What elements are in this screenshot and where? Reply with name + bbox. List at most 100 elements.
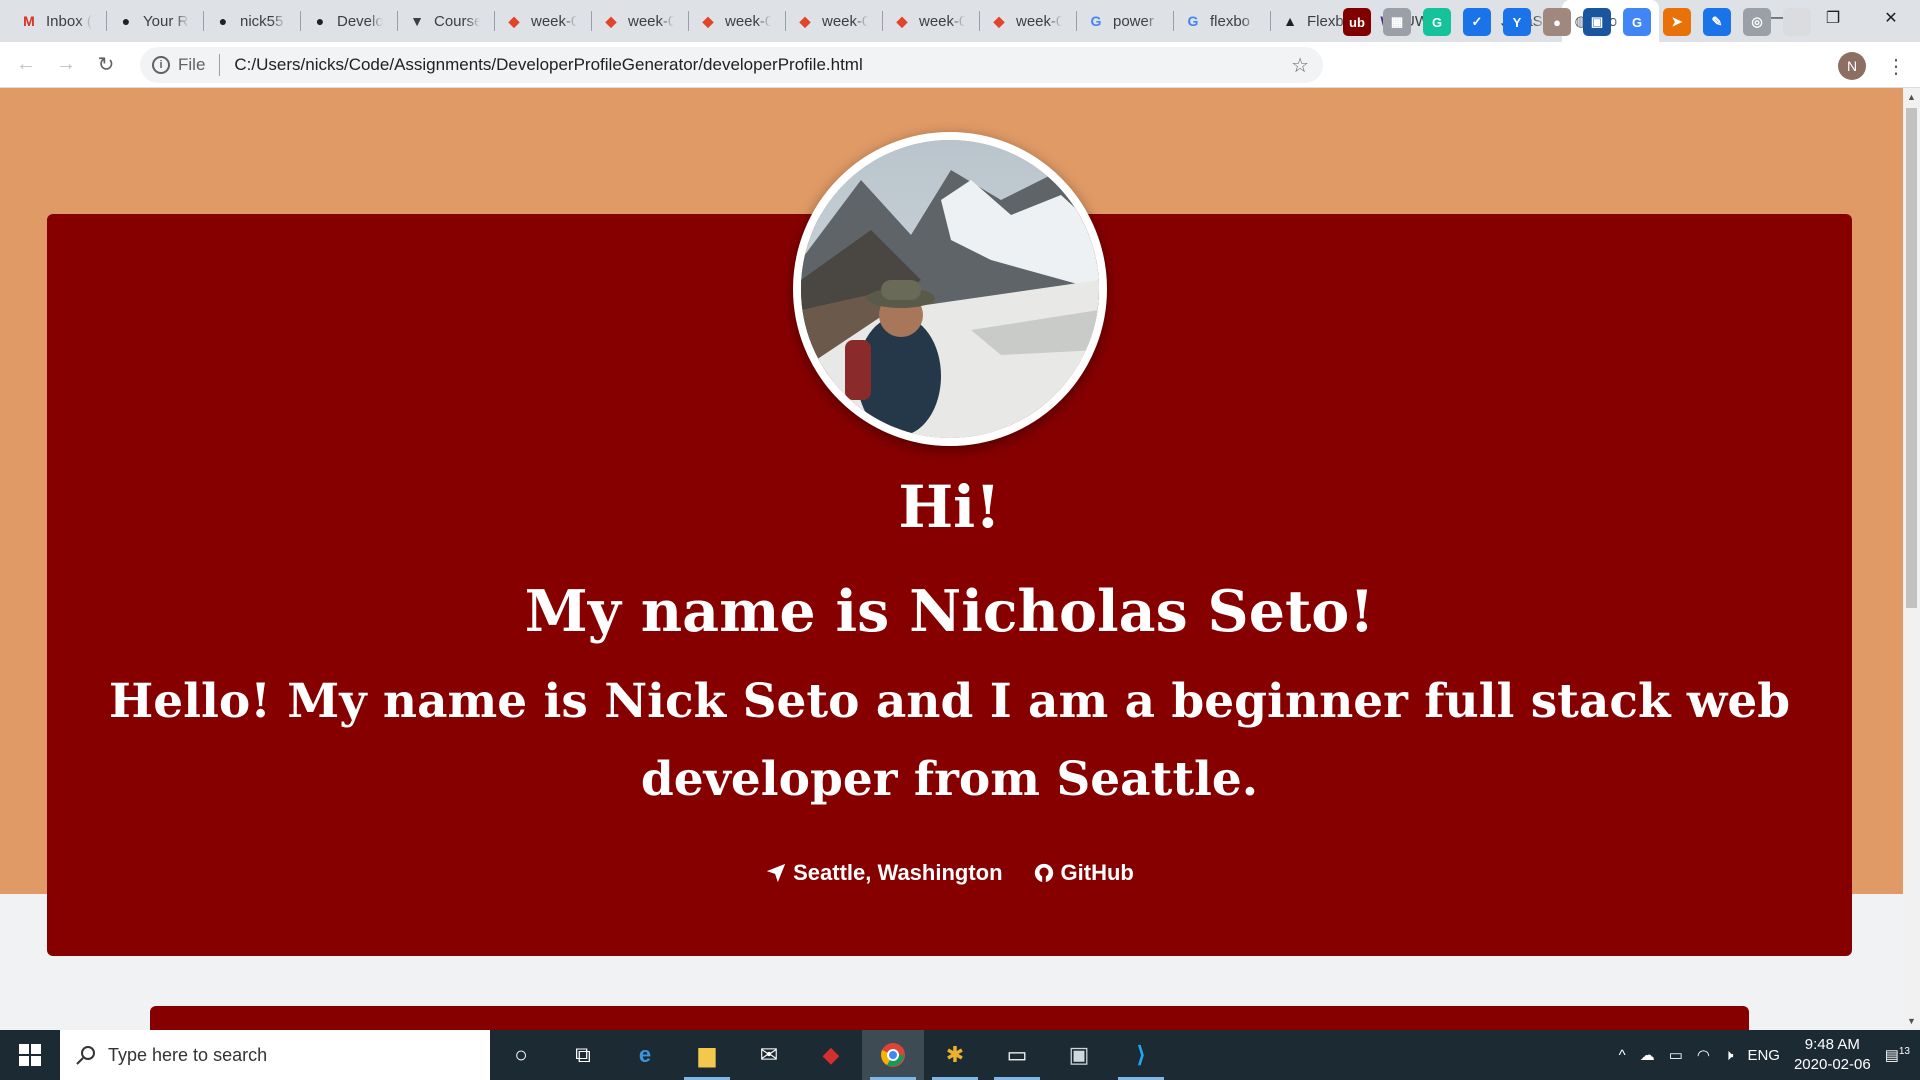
secondary-card — [150, 1006, 1749, 1030]
gitlab-icon: ◆ — [799, 12, 811, 29]
circle-icon[interactable]: ● — [1543, 8, 1571, 36]
wifi-icon[interactable]: ◠ — [1697, 1046, 1710, 1064]
search-icon — [76, 1046, 95, 1065]
onedrive-icon[interactable]: ☁ — [1640, 1046, 1655, 1064]
checkbox-icon[interactable]: ✓ — [1463, 8, 1491, 36]
share-icon[interactable]: ➤ — [1663, 8, 1691, 36]
ublock-icon[interactable]: ub — [1343, 8, 1371, 36]
gmail-icon: M — [23, 13, 35, 29]
bird-icon: ▲ — [1283, 13, 1297, 29]
browser-tab[interactable]: ● Develo — [301, 0, 398, 42]
extension-grid-icon[interactable]: ▦ — [1383, 8, 1411, 36]
browser-tab[interactable]: Gflexbo — [1174, 0, 1271, 42]
profile-photo — [793, 132, 1107, 446]
eyedropper-icon[interactable]: ✎ — [1703, 8, 1731, 36]
forward-button[interactable]: → — [46, 45, 86, 85]
browser-tab[interactable]: ◆ week-0 — [689, 0, 786, 42]
photos-icon[interactable]: ▣ — [1048, 1030, 1110, 1080]
github-icon — [1034, 863, 1053, 883]
github-icon: ● — [315, 13, 325, 29]
reload-button[interactable]: ↻ — [86, 45, 126, 85]
chrome-icon[interactable] — [862, 1030, 924, 1080]
ring-icon[interactable]: ◎ — [1743, 8, 1771, 36]
task-view-icon[interactable]: ⧉ — [552, 1030, 614, 1080]
maximize-button[interactable]: ❐ — [1804, 0, 1862, 36]
github-link[interactable]: GitHub — [1033, 860, 1134, 886]
mail-icon[interactable]: ✉ — [738, 1030, 800, 1080]
scroll-thumb[interactable] — [1906, 108, 1917, 608]
tab-title: week-0 — [1016, 12, 1062, 30]
github-icon: ● — [218, 13, 228, 29]
browser-tab[interactable]: Gpower — [1077, 0, 1174, 42]
close-window-button[interactable]: ✕ — [1862, 0, 1920, 36]
tab-title: Course — [434, 12, 480, 30]
browser-tab[interactable]: M Inbox ( — [10, 0, 107, 42]
browser-tab[interactable]: ◆ week-0 — [592, 0, 689, 42]
gitlab-icon: ◆ — [508, 12, 520, 29]
cortana-icon[interactable]: ○ — [490, 1030, 552, 1080]
forward-arrow-icon: → — [56, 53, 76, 75]
back-arrow-icon: ← — [16, 53, 36, 75]
location-link[interactable]: Seattle, Washington — [765, 860, 1003, 886]
scroll-up-icon[interactable]: ▲ — [1907, 92, 1916, 102]
tab-title: week-0 — [822, 12, 868, 30]
tab-title: Develo — [337, 12, 383, 30]
address-bar[interactable]: i File C:/Users/nicks/Code/Assignments/D… — [140, 47, 1323, 83]
address-url[interactable]: C:/Users/nicks/Code/Assignments/Develope… — [234, 55, 862, 75]
browser-tab[interactable]: ● nick55 — [204, 0, 301, 42]
grammarly-icon[interactable]: G — [1423, 8, 1451, 36]
translate-icon[interactable]: G — [1623, 8, 1651, 36]
browser-tab[interactable]: ◆ week-0 — [980, 0, 1077, 42]
volume-muted-icon[interactable]: 🕨 — [1724, 1047, 1733, 1064]
game-icon[interactable]: ◆ — [800, 1030, 862, 1080]
slack-icon[interactable]: ✱ — [924, 1030, 986, 1080]
tab-title: Inbox ( — [46, 12, 92, 30]
browser-tab[interactable]: ◆ week-0 — [786, 0, 883, 42]
book-icon[interactable]: ▣ — [1583, 8, 1611, 36]
notification-count: 13 — [1898, 1046, 1910, 1057]
profile-links: Seattle, Washington GitHub — [47, 860, 1852, 886]
terminal-icon[interactable]: ▭ — [986, 1030, 1048, 1080]
page-scrollbar[interactable]: ▲ ▼ — [1903, 88, 1920, 1030]
site-info-icon[interactable]: i — [152, 56, 170, 74]
show-hidden-icons-icon[interactable]: ^ — [1619, 1047, 1626, 1064]
reload-icon: ↻ — [97, 54, 115, 76]
greeting-heading: Hi! — [898, 473, 1001, 541]
shield-icon: ▼ — [410, 13, 424, 29]
bookmark-star-icon[interactable]: ☆ — [1291, 53, 1309, 78]
gitlab-icon: ◆ — [702, 12, 714, 29]
page-viewport: Hi! My name is Nicholas Seto! Hello! My … — [0, 88, 1903, 1030]
notifications-icon[interactable]: ▤13 — [1885, 1046, 1910, 1064]
clock[interactable]: 9:48 AM 2020-02-06 — [1794, 1035, 1871, 1075]
y-icon[interactable]: Y — [1503, 8, 1531, 36]
profile-avatar[interactable]: N — [1838, 52, 1866, 80]
name-heading: My name is Nicholas Seto! — [524, 578, 1375, 645]
tab-title: week-0 — [919, 12, 965, 30]
address-scheme: File — [178, 55, 206, 74]
browser-tab[interactable]: ◆ week-0 — [495, 0, 592, 42]
vscode-icon[interactable]: ⟩ — [1110, 1030, 1172, 1080]
blank-extension-icon[interactable] — [1783, 8, 1811, 36]
tab-title: flexbo — [1210, 12, 1251, 30]
browser-tab[interactable]: ● Your Re — [107, 0, 204, 42]
language-indicator[interactable]: ENG — [1747, 1047, 1780, 1064]
google-icon: G — [1187, 13, 1199, 29]
mountain-photo-image — [801, 140, 1099, 438]
scroll-down-icon[interactable]: ▼ — [1907, 1016, 1916, 1026]
location-label: Seattle, Washington — [793, 860, 1003, 885]
tab-title: Your Re — [143, 12, 189, 30]
clock-time: 9:48 AM — [1804, 1036, 1860, 1053]
edge-icon[interactable]: e — [614, 1030, 676, 1080]
taskbar-search-box[interactable]: Type here to search — [60, 1030, 490, 1080]
back-button[interactable]: ← — [6, 45, 46, 85]
tab-title: nick55 — [240, 12, 284, 30]
windows-taskbar: Type here to search ○ ⧉ e ▆ ✉ ◆ ✱ ▭ ▣ ⟩ … — [0, 1030, 1920, 1080]
browser-tab[interactable]: ◆ week-0 — [883, 0, 980, 42]
windows-logo-icon — [19, 1044, 41, 1066]
browser-tab[interactable]: ▼ Course — [398, 0, 495, 42]
battery-icon[interactable]: ▭ — [1669, 1046, 1683, 1064]
chrome-menu-icon[interactable]: ⋮ — [1886, 54, 1906, 79]
file-explorer-icon[interactable]: ▆ — [676, 1030, 738, 1080]
start-button[interactable] — [0, 1030, 60, 1080]
google-icon: G — [1090, 13, 1102, 29]
